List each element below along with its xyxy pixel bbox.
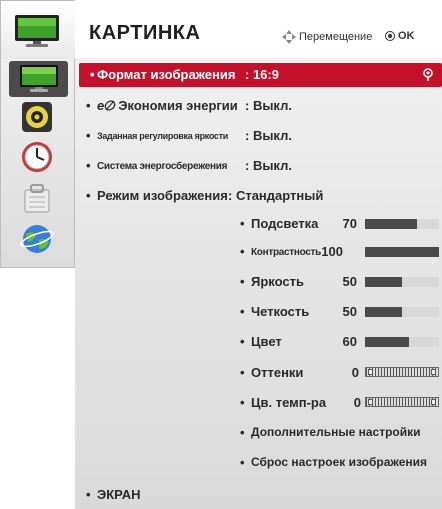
setting-color-temperature[interactable]: • Цв. темп-ра 0 bbox=[75, 392, 442, 414]
slider-fill bbox=[365, 337, 410, 347]
slider-fill bbox=[365, 307, 402, 317]
setting-value: 100 bbox=[321, 244, 343, 259]
category-sidebar bbox=[0, 0, 76, 268]
navigation-hint: Перемещение bbox=[282, 30, 372, 44]
menu-item-label: Формат изображения bbox=[97, 67, 236, 82]
setting-label: Четкость bbox=[251, 304, 310, 319]
bullet: • bbox=[86, 487, 91, 502]
setting-value: 0 bbox=[351, 365, 359, 380]
picture-settings-panel: КАРТИНКА Перемещение OK • Формат изображ… bbox=[75, 0, 442, 509]
tint-green-marker bbox=[431, 369, 436, 375]
menu-item-value: : Стандартный bbox=[228, 188, 324, 203]
menu-item-value: : Выкл. bbox=[245, 158, 292, 173]
brightness-slider[interactable] bbox=[365, 277, 439, 287]
setting-advanced[interactable]: • Дополнительные настройки bbox=[75, 422, 442, 444]
bullet: • bbox=[240, 274, 245, 289]
menu-item-label: Режим изображения bbox=[97, 188, 228, 203]
menu-item-value: : Выкл. bbox=[245, 128, 292, 143]
setting-label: Цвет bbox=[251, 334, 282, 349]
setting-tint[interactable]: • Оттенки 0 bbox=[75, 362, 442, 384]
lock-option-icon bbox=[24, 184, 50, 213]
eco-icon: e bbox=[97, 98, 105, 113]
pointer-icon bbox=[423, 68, 433, 81]
menu-item-label-text: Экономия энергии bbox=[118, 98, 238, 113]
sidebar-item-picture[interactable] bbox=[9, 61, 68, 97]
menu-item-picture-mode[interactable]: • Режим изображения : Стандартный bbox=[75, 184, 442, 208]
bullet: • bbox=[86, 158, 91, 173]
menu-item-label: ЭКРАН bbox=[97, 487, 141, 502]
bullet: • bbox=[240, 365, 245, 380]
menu-item-label: Система энергосбережения bbox=[97, 161, 228, 172]
page-title: КАРТИНКА bbox=[89, 22, 201, 44]
setting-backlight[interactable]: • Подсветка 70 bbox=[75, 213, 442, 235]
warm-marker bbox=[368, 399, 373, 405]
bullet: • bbox=[240, 334, 245, 349]
ok-button-icon bbox=[385, 31, 395, 41]
menu-header: КАРТИНКА Перемещение OK bbox=[75, 0, 442, 58]
bullet: • bbox=[240, 244, 245, 259]
color-temp-slider[interactable] bbox=[365, 397, 439, 407]
sidebar-item-network[interactable] bbox=[14, 221, 60, 257]
setting-value: 70 bbox=[342, 216, 357, 231]
menu-item-value: : Выкл. bbox=[245, 98, 292, 113]
bullet: • bbox=[240, 395, 245, 410]
menu-item-label: e Экономия энергии bbox=[97, 98, 238, 113]
setting-value: 50 bbox=[342, 274, 357, 289]
setting-contrast[interactable]: • Контрастность 100 bbox=[75, 241, 442, 263]
setting-color[interactable]: • Цвет 60 bbox=[75, 331, 442, 353]
setting-label: Яркость bbox=[251, 274, 304, 289]
cool-marker bbox=[431, 399, 436, 405]
bullet: • bbox=[240, 455, 245, 470]
menu-item-power-saving-system[interactable]: • Система энергосбережения : Выкл. bbox=[75, 154, 442, 178]
setting-value: 0 bbox=[353, 395, 361, 410]
slider-fill bbox=[365, 277, 402, 287]
bullet: • bbox=[240, 304, 245, 319]
setting-label: Сброс настроек изображения bbox=[251, 455, 428, 469]
menu-item-preset-brightness[interactable]: • Заданная регулировка яркости : Выкл. bbox=[75, 124, 442, 148]
setting-label: Подсветка bbox=[251, 216, 319, 231]
tint-red-marker bbox=[368, 369, 373, 375]
tv-picture-icon bbox=[19, 65, 58, 92]
setting-value: 50 bbox=[342, 304, 357, 319]
tint-slider[interactable] bbox=[365, 367, 439, 377]
menu-item-screen[interactable]: • ЭКРАН bbox=[75, 484, 442, 506]
ok-hint: OK bbox=[385, 30, 415, 42]
sharpness-slider[interactable] bbox=[365, 307, 439, 317]
tv-picture-icon bbox=[14, 13, 60, 49]
slider-fill bbox=[365, 247, 439, 257]
menu-item-aspect-ratio[interactable]: • Формат изображения : 16:9 bbox=[79, 63, 442, 87]
setting-label: Цв. темп-ра bbox=[251, 395, 327, 410]
globe-network-icon bbox=[20, 225, 54, 253]
ok-hint-label: OK bbox=[398, 30, 415, 42]
setting-label: Дополнительные настройки bbox=[251, 425, 421, 439]
sidebar-item-options[interactable] bbox=[14, 181, 60, 217]
tv-picture-menu: КАРТИНКА Перемещение OK • Формат изображ… bbox=[0, 0, 442, 509]
bullet: • bbox=[90, 67, 95, 82]
leaf-eco-icon bbox=[104, 100, 116, 111]
menu-item-label: Заданная регулировка яркости bbox=[97, 131, 228, 141]
bullet: • bbox=[86, 98, 91, 113]
setting-label: Оттенки bbox=[251, 365, 304, 380]
backlight-slider[interactable] bbox=[365, 219, 439, 229]
sidebar-item-time[interactable] bbox=[14, 139, 60, 175]
bullet: • bbox=[240, 425, 245, 440]
setting-brightness[interactable]: • Яркость 50 bbox=[75, 271, 442, 293]
menu-item-value: : 16:9 bbox=[245, 67, 279, 82]
setting-value: 60 bbox=[342, 334, 357, 349]
color-slider[interactable] bbox=[365, 337, 439, 347]
header-tv-icon-area bbox=[1, 1, 76, 59]
setting-reset[interactable]: • Сброс настроек изображения bbox=[75, 452, 442, 474]
bullet: • bbox=[86, 188, 91, 203]
slider-fill bbox=[365, 219, 417, 229]
dpad-arrows-icon bbox=[282, 30, 296, 44]
navigation-hint-label: Перемещение bbox=[299, 31, 373, 43]
bullet: • bbox=[240, 216, 245, 231]
contrast-slider[interactable] bbox=[365, 247, 439, 257]
setting-sharpness[interactable]: • Четкость 50 bbox=[75, 301, 442, 323]
menu-item-energy-saving[interactable]: • e Экономия энергии : Выкл. bbox=[75, 94, 442, 118]
sidebar-item-audio[interactable] bbox=[14, 99, 60, 135]
bullet: • bbox=[86, 128, 91, 143]
speaker-audio-icon bbox=[22, 102, 52, 132]
clock-time-icon bbox=[22, 142, 52, 172]
